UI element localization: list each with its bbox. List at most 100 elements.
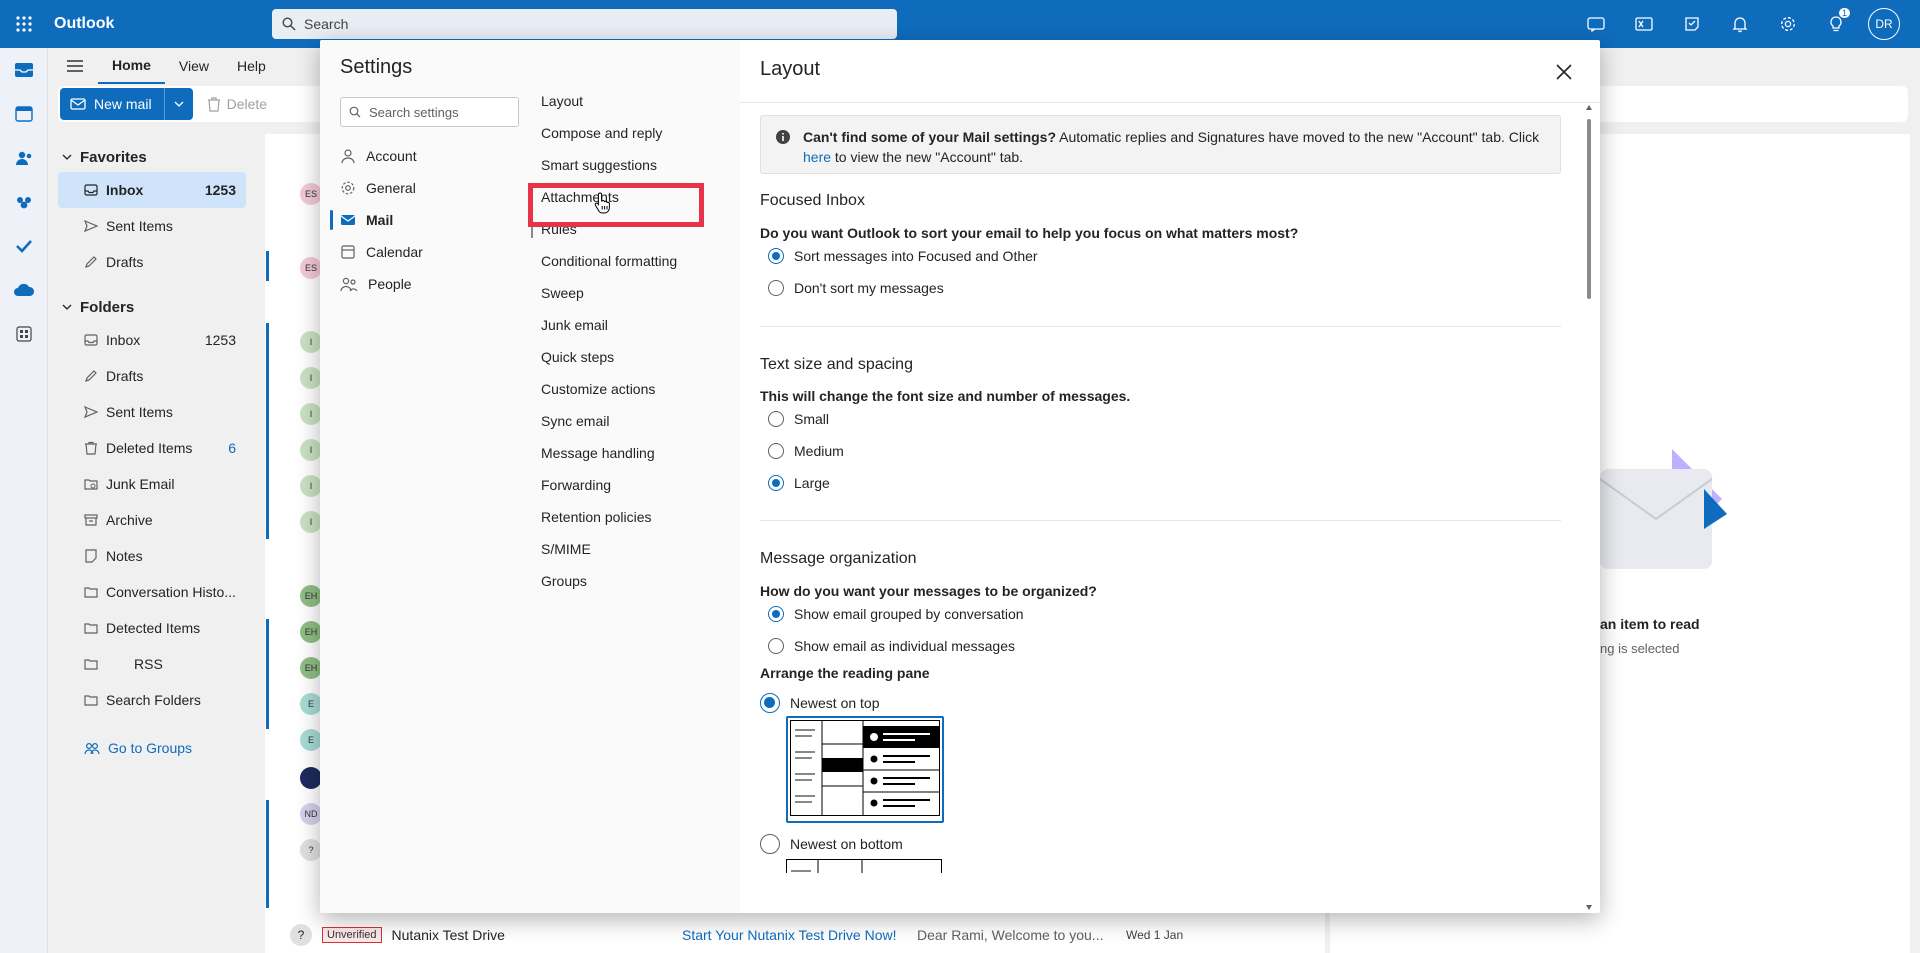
tips-icon[interactable]: 1 — [1812, 0, 1860, 48]
settings-scrollbar[interactable] — [1585, 105, 1593, 910]
archive-icon — [84, 514, 98, 526]
settings-category-account[interactable]: Account — [320, 142, 530, 170]
folder-junk-email[interactable]: Junk Email — [48, 466, 246, 502]
radio-button[interactable] — [768, 638, 784, 654]
tab-view[interactable]: View — [165, 48, 223, 84]
settings-category-general[interactable]: General — [320, 174, 530, 202]
app-launcher-icon[interactable] — [0, 0, 48, 48]
app-title[interactable]: Outlook — [54, 15, 272, 33]
radio-button[interactable] — [768, 280, 784, 296]
favorites-label: Favorites — [80, 148, 147, 166]
settings-subsection-quick-steps[interactable]: Quick steps — [529, 344, 699, 370]
settings-subsection-sync-email[interactable]: Sync email — [529, 408, 699, 434]
radio-button[interactable] — [768, 443, 784, 459]
settings-subsection-message-handling[interactable]: Message handling — [529, 440, 699, 466]
favorite-inbox[interactable]: Inbox 1253 — [58, 172, 246, 208]
folder-deleted-items[interactable]: Deleted Items 6 — [48, 430, 246, 466]
scrollbar-thumb[interactable] — [1587, 119, 1591, 299]
chevron-down-icon[interactable] — [165, 101, 193, 107]
radio-button[interactable] — [768, 606, 784, 622]
notes-icon[interactable] — [1668, 0, 1716, 48]
unread-indicator-bar — [266, 619, 269, 729]
onedrive-app-icon[interactable] — [0, 268, 48, 312]
newest-on-bottom-preview[interactable] — [786, 859, 942, 873]
radio-dont-sort[interactable]: Don't sort my messages — [768, 277, 944, 299]
settings-subsection-smart-suggestions[interactable]: Smart suggestions — [529, 152, 699, 178]
unread-count: 1253 — [204, 332, 236, 348]
go-to-groups-link[interactable]: Go to Groups — [48, 730, 246, 766]
section-divider — [760, 326, 1561, 327]
radio-grouped-conversation[interactable]: Show email grouped by conversation — [768, 603, 1024, 625]
favorite-sent-items[interactable]: Sent Items — [48, 208, 246, 244]
radio-button[interactable] — [760, 693, 780, 713]
radio-large[interactable]: Large — [768, 472, 830, 494]
settings-subsection-conditional-formatting[interactable]: Conditional formatting — [529, 248, 699, 274]
folder-sent-items[interactable]: Sent Items — [48, 394, 246, 430]
radio-sort-focused[interactable]: Sort messages into Focused and Other — [768, 245, 1038, 267]
newest-on-top-preview[interactable] — [786, 716, 944, 823]
pencil-icon — [85, 256, 97, 268]
radio-button[interactable] — [768, 248, 784, 264]
radio-newest-on-bottom[interactable]: Newest on bottom — [760, 833, 903, 855]
search-box[interactable]: Search — [272, 9, 897, 39]
info-link[interactable]: here — [803, 149, 831, 165]
info-icon — [776, 130, 790, 144]
settings-subsection-retention-policies[interactable]: Retention policies — [529, 504, 699, 530]
settings-subsection-compose-and-reply[interactable]: Compose and reply — [529, 120, 699, 146]
radio-label: Small — [794, 411, 830, 427]
todo-app-icon[interactable] — [0, 224, 48, 268]
folders-header[interactable]: Folders — [48, 292, 258, 322]
excel-icon[interactable] — [1620, 0, 1668, 48]
radio-individual-messages[interactable]: Show email as individual messages — [768, 635, 1015, 657]
folder-archive[interactable]: Archive — [48, 502, 246, 538]
settings-search-input[interactable]: Search settings — [340, 97, 519, 127]
people-app-icon[interactable] — [0, 136, 48, 180]
text-size-question: This will change the font size and numbe… — [760, 388, 1131, 404]
settings-subsection-layout[interactable]: Layout — [529, 88, 699, 114]
settings-gear-icon[interactable] — [1764, 0, 1812, 48]
mail-app-icon[interactable] — [0, 48, 48, 92]
radio-newest-on-top[interactable]: Newest on top — [760, 692, 880, 714]
settings-subsection-groups[interactable]: Groups — [529, 568, 699, 594]
scroll-down-icon[interactable] — [1586, 905, 1592, 910]
radio-small[interactable]: Small — [768, 408, 829, 430]
folder-search-folders[interactable]: Search Folders — [48, 682, 246, 718]
delete-button[interactable]: Delete — [207, 96, 267, 112]
settings-subsection-s-mime[interactable]: S/MIME — [529, 536, 699, 562]
radio-label: Show email grouped by conversation — [794, 606, 1024, 622]
folder-notes[interactable]: Notes — [48, 538, 246, 574]
scroll-up-icon[interactable] — [1586, 105, 1592, 110]
new-mail-button[interactable]: New mail — [60, 88, 193, 120]
favorite-drafts[interactable]: Drafts — [48, 244, 246, 280]
radio-button[interactable] — [768, 411, 784, 427]
settings-category-mail[interactable]: Mail — [320, 206, 530, 234]
folder-label: Sent Items — [106, 404, 173, 420]
settings-subsection-junk-email[interactable]: Junk email — [529, 312, 699, 338]
account-button[interactable]: DR — [1860, 0, 1908, 48]
hamburger-menu-icon[interactable] — [48, 48, 98, 84]
folder-rss[interactable]: RSS — [48, 646, 246, 682]
radio-button[interactable] — [760, 834, 780, 854]
info-text-2: to view the new "Account" tab. — [831, 149, 1024, 165]
tab-help[interactable]: Help — [223, 48, 280, 84]
folder-drafts[interactable]: Drafts — [48, 358, 246, 394]
settings-category-people[interactable]: People — [320, 270, 530, 298]
bell-icon[interactable] — [1716, 0, 1764, 48]
favorites-header[interactable]: Favorites — [48, 142, 258, 172]
calendar-app-icon[interactable] — [0, 92, 48, 136]
radio-button[interactable] — [768, 475, 784, 491]
folder-inbox[interactable]: Inbox 1253 — [48, 322, 246, 358]
tab-home[interactable]: Home — [98, 48, 165, 84]
settings-subsection-forwarding[interactable]: Forwarding — [529, 472, 699, 498]
radio-medium[interactable]: Medium — [768, 440, 844, 462]
message-row[interactable]: ? Unverified Nutanix Test Drive Start Yo… — [290, 922, 1183, 948]
settings-subsection-sweep[interactable]: Sweep — [529, 280, 699, 306]
new-mail-label: New mail — [94, 96, 152, 112]
folder-conversation-history[interactable]: Conversation Histo... — [48, 574, 246, 610]
settings-category-calendar[interactable]: Calendar — [320, 238, 530, 266]
folder-label: Junk Email — [106, 476, 175, 492]
more-apps-icon[interactable] — [0, 312, 48, 356]
folder-detected-items[interactable]: Detected Items — [48, 610, 246, 646]
settings-subsection-customize-actions[interactable]: Customize actions — [529, 376, 699, 402]
groups-app-icon[interactable] — [0, 180, 48, 224]
